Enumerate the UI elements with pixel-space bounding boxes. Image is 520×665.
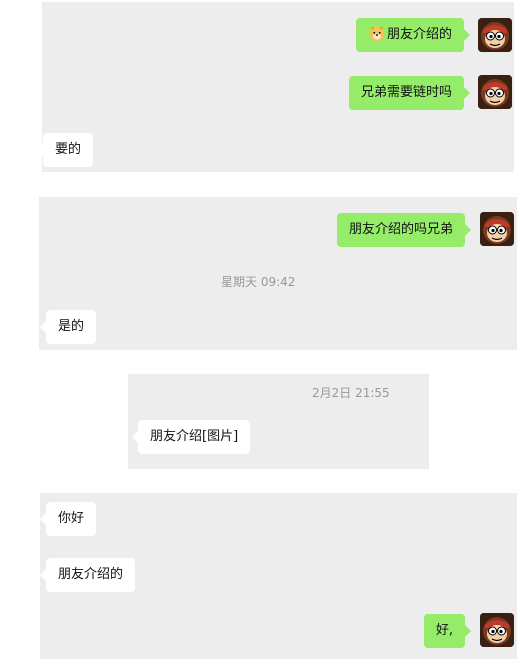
monkey-avatar-icon[interactable] bbox=[480, 212, 514, 246]
message-bubble-other[interactable]: 是的 bbox=[39, 310, 97, 344]
message-text: 要的 bbox=[55, 142, 82, 157]
monkey-avatar-icon[interactable] bbox=[478, 75, 512, 109]
message-text: 朋友介绍的吗兄弟 bbox=[348, 222, 453, 237]
chat-screenshot-2: 朋友介绍的吗兄弟 星期天 09:42 是的 bbox=[39, 197, 517, 350]
message-bubble-self[interactable]: 朋友介绍的 bbox=[355, 18, 471, 52]
message-bubble-self[interactable]: 兄弟需要链时吗 bbox=[348, 76, 471, 110]
timestamp: 2月2日 21:55 bbox=[312, 386, 390, 400]
message-text: 好, bbox=[435, 623, 453, 638]
message-text: 兄弟需要链时吗 bbox=[360, 85, 452, 100]
chat-screenshot-4: 你好 朋友介绍的 好, bbox=[39, 493, 517, 659]
message-text: 朋友介绍[图片] bbox=[150, 429, 239, 444]
message-bubble-other[interactable]: 朋友介绍[图片] bbox=[131, 420, 251, 454]
message-bubble-other[interactable]: 要的 bbox=[36, 133, 94, 167]
monkey-avatar-icon[interactable] bbox=[480, 613, 514, 647]
message-bubble-self[interactable]: 朋友介绍的吗兄弟 bbox=[336, 213, 472, 247]
monkey-avatar-icon[interactable] bbox=[478, 18, 512, 52]
timestamp: 星期天 09:42 bbox=[221, 275, 296, 289]
message-bubble-other[interactable]: 朋友介绍的 bbox=[39, 558, 136, 592]
message-bubble-other[interactable]: 你好 bbox=[39, 502, 97, 536]
message-text: 你好 bbox=[58, 511, 85, 526]
message-text: 朋友介绍的 bbox=[58, 567, 124, 582]
doge-emoji-icon bbox=[368, 22, 386, 42]
chat-screenshot-1: 朋友介绍的 兄弟需要链时吗 要的 bbox=[36, 2, 514, 172]
chat-screenshot-3: 2月2日 21:55 朋友介绍[图片] bbox=[128, 374, 429, 469]
message-text: 是的 bbox=[58, 319, 85, 334]
message-text: 朋友介绍的 bbox=[386, 27, 452, 42]
message-bubble-self[interactable]: 好, bbox=[423, 614, 472, 648]
